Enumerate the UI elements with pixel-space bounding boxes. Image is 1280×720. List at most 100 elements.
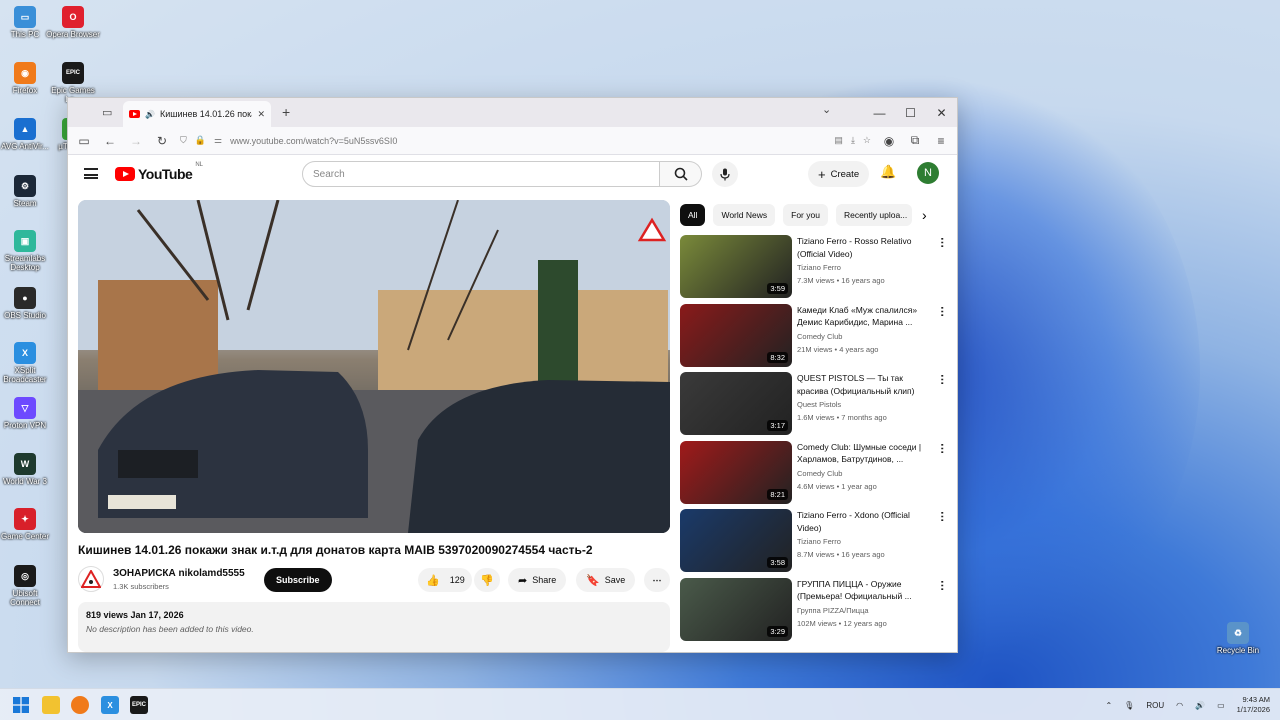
more-vertical-icon[interactable]: ⋯: [936, 511, 949, 522]
video-thumbnail[interactable]: 3:59: [680, 235, 792, 298]
chip-world-news[interactable]: World News: [713, 204, 776, 226]
recommendation-title[interactable]: Камеди Клаб «Муж спалился» Демис Карибид…: [797, 304, 935, 329]
recommendation-item[interactable]: 3:29 ГРУППА ПИЦЦА - Оружие (Премьера! Офи…: [680, 577, 955, 647]
thumbs-up-icon: 👍: [426, 574, 440, 587]
hamburger-menu-icon[interactable]: [84, 168, 98, 179]
recommendation-channel[interactable]: Comedy Club: [797, 469, 842, 478]
more-vertical-icon[interactable]: ⋯: [936, 580, 949, 591]
epic-games-taskbar-icon[interactable]: EPIC: [130, 696, 148, 714]
more-actions-button[interactable]: ⋯: [644, 568, 670, 592]
wifi-icon[interactable]: ◠: [1176, 701, 1183, 710]
bookmark-star-icon[interactable]: ☆: [863, 135, 871, 146]
desktop-icon[interactable]: ✦ Game Center: [0, 508, 53, 541]
youtube-logo[interactable]: YouTube NL: [115, 162, 203, 182]
like-button[interactable]: 👍 129: [418, 568, 472, 592]
voice-search-button[interactable]: [712, 161, 738, 187]
chip-recently-uploaded[interactable]: Recently uploa...: [835, 204, 912, 226]
recommendation-title[interactable]: Tiziano Ferro - Rosso Relativo (Official…: [797, 235, 935, 260]
xsplit-taskbar-icon[interactable]: X: [101, 696, 119, 714]
maximize-button[interactable]: ☐: [895, 98, 926, 127]
tab-groups-icon[interactable]: ▭: [102, 106, 112, 119]
desktop-icon[interactable]: ▽ Proton VPN: [0, 397, 53, 430]
subscribe-button[interactable]: Subscribe: [264, 568, 332, 592]
more-vertical-icon[interactable]: ⋯: [936, 443, 949, 454]
volume-icon[interactable]: 🔊: [1195, 701, 1205, 710]
active-tab[interactable]: 🔊 Кишинев 14.01.26 покажи з... ✕: [123, 101, 271, 127]
battery-icon[interactable]: ▭: [1217, 701, 1225, 710]
permissions-icon[interactable]: ⚌: [214, 135, 222, 146]
list-tabs-icon[interactable]: ⌄: [822, 103, 831, 116]
chevron-up-icon[interactable]: ⌃: [1105, 701, 1112, 710]
new-tab-button[interactable]: +: [282, 104, 290, 120]
desktop-icon[interactable]: O Opera Browser: [45, 6, 101, 39]
lock-icon[interactable]: 🔒: [195, 135, 206, 146]
recommendation-item[interactable]: 3:17 QUEST PISTOLS — Ты так красива (Офиц…: [680, 372, 955, 441]
search-button[interactable]: [660, 161, 702, 187]
download-icon[interactable]: ⤓: [851, 135, 855, 146]
more-vertical-icon[interactable]: ⋯: [936, 237, 949, 248]
desktop-icon[interactable]: ◎ Ubisoft Connect: [0, 565, 53, 607]
recommendation-title[interactable]: ГРУППА ПИЦЦА - Оружие (Премьера! Официал…: [797, 578, 935, 603]
desktop-icon[interactable]: ⚙ Steam: [0, 175, 53, 208]
video-thumbnail[interactable]: 3:17: [680, 372, 792, 435]
close-window-button[interactable]: ✕: [926, 98, 957, 127]
video-player[interactable]: [78, 200, 670, 533]
dislike-button[interactable]: 👎: [474, 568, 500, 592]
recommendation-channel[interactable]: Tiziano Ferro: [797, 263, 841, 272]
desktop-icon[interactable]: ▣ Streamlabs Desktop: [0, 230, 53, 272]
search-input[interactable]: Search: [302, 161, 660, 187]
video-thumbnail[interactable]: 3:58: [680, 509, 792, 572]
channel-avatar[interactable]: [78, 566, 104, 592]
url-text[interactable]: www.youtube.com/watch?v=5uN5ssv6SI0: [230, 136, 826, 146]
clock[interactable]: 9:43 AM 1/17/2026: [1237, 695, 1270, 715]
menu-icon[interactable]: ≡: [933, 134, 949, 148]
create-button[interactable]: + Create: [808, 161, 870, 187]
recommendation-title[interactable]: Tiziano Ferro - Xdono (Official Video): [797, 509, 935, 534]
tab-close-icon[interactable]: ✕: [257, 109, 265, 120]
extensions-icon[interactable]: ⧉: [907, 133, 923, 148]
shield-icon[interactable]: ⛉: [180, 135, 187, 146]
recommendation-channel[interactable]: Группа PIZZA/Пицца: [797, 606, 869, 615]
reader-view-icon[interactable]: ▤: [834, 135, 843, 146]
language-indicator[interactable]: ROU: [1146, 701, 1164, 710]
recommendation-channel[interactable]: Quest Pistols: [797, 400, 841, 409]
file-explorer-icon[interactable]: [42, 696, 60, 714]
speaker-icon[interactable]: 🔊: [145, 110, 155, 119]
chip-all[interactable]: All: [680, 204, 706, 226]
video-thumbnail[interactable]: 8:21: [680, 440, 792, 504]
firefox-taskbar-icon[interactable]: [71, 696, 89, 714]
chevron-right-icon[interactable]: ›: [922, 207, 927, 223]
recommendation-channel[interactable]: Comedy Club: [797, 332, 842, 341]
more-vertical-icon[interactable]: ⋯: [936, 306, 949, 317]
account-icon[interactable]: ◉: [881, 134, 897, 148]
recommendation-item[interactable]: 8:32 Камеди Клаб «Муж спалился» Демис Кар…: [680, 303, 955, 373]
description-box[interactable]: 819 views Jan 17, 2026 No description ha…: [78, 602, 670, 652]
recommendation-item[interactable]: 3:58 Tiziano Ferro - Xdono (Official Vide…: [680, 509, 955, 578]
channel-name[interactable]: ЗОНАРИСКА nikolamd5555: [113, 568, 245, 579]
minimize-button[interactable]: —: [864, 98, 895, 127]
start-windows-icon[interactable]: [12, 696, 30, 714]
recommendation-channel[interactable]: Tiziano Ferro: [797, 537, 841, 546]
url-bar[interactable]: ⛉ 🔒 ⚌ www.youtube.com/watch?v=5uN5ssv6SI…: [180, 135, 871, 146]
recommendation-item[interactable]: 3:59 Tiziano Ferro - Rosso Relativo (Offi…: [680, 235, 955, 304]
more-vertical-icon[interactable]: ⋯: [936, 374, 949, 385]
microphone-tray-icon[interactable]: 🎙: [1124, 701, 1134, 710]
chip-for-you[interactable]: For you: [783, 204, 828, 226]
account-avatar[interactable]: N: [917, 162, 939, 184]
save-button[interactable]: 🔖 Save: [576, 568, 636, 592]
desktop-icon[interactable]: X XSplit Broadcaster: [0, 342, 53, 384]
desktop-icon[interactable]: ● OBS Studio: [0, 287, 53, 320]
recommendation-title[interactable]: Comedy Club: Шумные соседи | Харламов, Б…: [797, 441, 935, 466]
back-icon[interactable]: ←: [102, 134, 118, 148]
recommendation-title[interactable]: QUEST PISTOLS — Ты так красива (Официаль…: [797, 372, 935, 397]
desktop-icon[interactable]: ♻ Recycle Bin: [1210, 622, 1266, 655]
desktop-icon[interactable]: W World War 3: [0, 453, 53, 486]
share-button[interactable]: ➦ Share: [508, 568, 567, 592]
notifications-bell-icon[interactable]: 🔔: [880, 164, 896, 180]
video-thumbnail[interactable]: 3:29: [680, 577, 792, 641]
reload-icon[interactable]: ↻: [154, 134, 170, 148]
video-thumbnail[interactable]: 8:32: [680, 303, 792, 367]
forward-icon[interactable]: →: [128, 134, 144, 148]
sidebar-icon[interactable]: ▭: [76, 134, 92, 148]
recommendation-item[interactable]: 8:21 Comedy Club: Шумные соседи | Харламо…: [680, 440, 955, 510]
